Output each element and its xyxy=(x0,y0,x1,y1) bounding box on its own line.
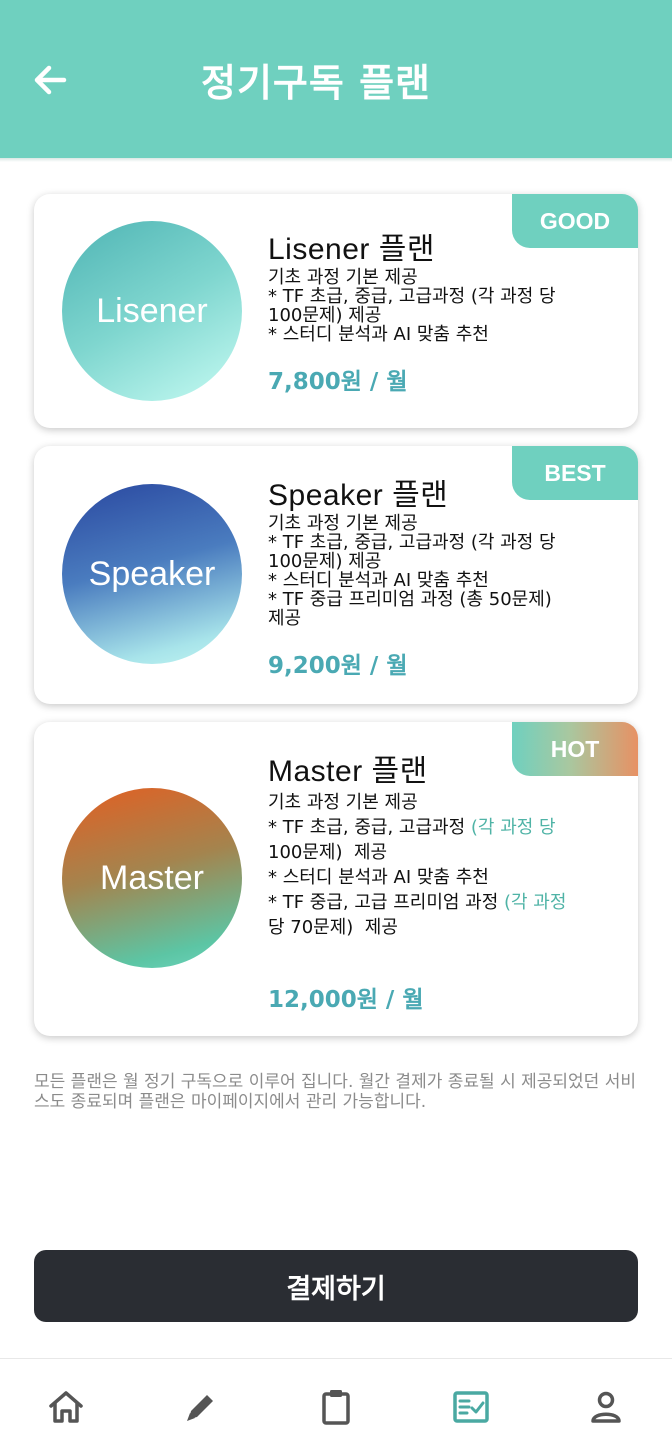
feature-line: * 스터디 분석과 AI 맞춤 추천 xyxy=(268,867,489,888)
plan-circle: Lisener xyxy=(62,221,242,401)
feature-line: 100문제) 제공 xyxy=(268,551,382,572)
feature-line: * TF 중급, 고급 프리미엄 과정 (각 과정 xyxy=(268,892,567,913)
plan-circle: Speaker xyxy=(62,484,242,664)
plan-price: 12,000원 / 월 xyxy=(268,987,424,1013)
plan-card-lisener[interactable]: GOOD Lisener Lisener 플랜 기초 과정 기본 제공 * TF… xyxy=(34,194,638,428)
plan-features: 기초 과정 기본 제공 * TF 초급, 중급, 고급과정 (각 과정 당 10… xyxy=(268,790,608,940)
plan-title: Lisener 플랜 xyxy=(268,233,435,266)
tab-home[interactable] xyxy=(44,1385,88,1429)
plan-badge: BEST xyxy=(512,446,638,500)
clipboard-icon xyxy=(322,1390,350,1425)
header-divider xyxy=(0,158,672,162)
feature-line: * TF 초급, 중급, 고급과정 (각 과정 당 xyxy=(268,286,556,307)
plan-circle-label: Master xyxy=(100,858,204,897)
page-title: 정기구독 플랜 xyxy=(201,61,431,105)
feature-line: 100문제) 제공 xyxy=(268,842,388,863)
plan-circle-label: Lisener xyxy=(96,291,208,330)
plan-card-master[interactable]: HOT Master Master 플랜 기초 과정 기본 제공 * TF 초급… xyxy=(34,722,638,1036)
subscription-notice: 모든 플랜은 월 정기 구독으로 이루어 집니다. 월간 결제가 종료될 시 제… xyxy=(34,1072,637,1112)
plan-title: Speaker 플랜 xyxy=(268,479,449,512)
feature-line: * 스터디 분석과 AI 맞춤 추천 xyxy=(268,570,489,591)
pay-button[interactable]: 결제하기 xyxy=(34,1250,638,1322)
feature-line: 기초 과정 기본 제공 xyxy=(268,267,418,288)
feature-line: 기초 과정 기본 제공 xyxy=(268,513,418,534)
feature-line: 당 70문제) 제공 xyxy=(268,917,398,938)
tab-plans[interactable] xyxy=(449,1385,493,1429)
home-icon xyxy=(49,1391,83,1423)
plan-badge: GOOD xyxy=(512,194,638,248)
app-header: 정기구독 플랜 xyxy=(0,0,672,158)
plan-card-speaker[interactable]: BEST Speaker Speaker 플랜 기초 과정 기본 제공 * TF… xyxy=(34,446,638,704)
tab-clipboard[interactable] xyxy=(314,1385,358,1429)
feature-line: * 스터디 분석과 AI 맞춤 추천 xyxy=(268,324,489,345)
plan-price: 9,200원 / 월 xyxy=(268,653,408,679)
person-icon xyxy=(591,1391,621,1423)
feature-line: * TF 중급 프리미엄 과정 (총 50문제) xyxy=(268,589,552,610)
feature-line: 제공 xyxy=(268,608,302,629)
feature-highlight: (각 과정 xyxy=(504,892,567,913)
plan-circle-label: Speaker xyxy=(88,554,216,593)
bottom-tab-bar xyxy=(0,1358,672,1456)
pencil-icon xyxy=(187,1395,213,1421)
plan-features: 기초 과정 기본 제공 * TF 초급, 중급, 고급과정 (각 과정 당 10… xyxy=(268,268,608,344)
plan-circle: Master xyxy=(62,788,242,968)
plan-title: Master 플랜 xyxy=(268,755,428,788)
feature-line: 기초 과정 기본 제공 xyxy=(268,792,418,813)
feature-line: * TF 초급, 중급, 고급과정 (각 과정 당 xyxy=(268,532,556,553)
tab-write[interactable] xyxy=(179,1385,223,1429)
feature-highlight: (각 과정 당 xyxy=(470,817,556,838)
tab-profile[interactable] xyxy=(584,1385,628,1429)
plan-price: 7,800원 / 월 xyxy=(268,369,408,395)
plan-badge: HOT xyxy=(512,722,638,776)
feature-line: 100문제) 제공 xyxy=(268,305,382,326)
checklist-icon xyxy=(453,1391,489,1423)
feature-line: * TF 초급, 중급, 고급과정 (각 과정 당 xyxy=(268,817,556,838)
plan-features: 기초 과정 기본 제공 * TF 초급, 중급, 고급과정 (각 과정 당 10… xyxy=(268,514,608,628)
